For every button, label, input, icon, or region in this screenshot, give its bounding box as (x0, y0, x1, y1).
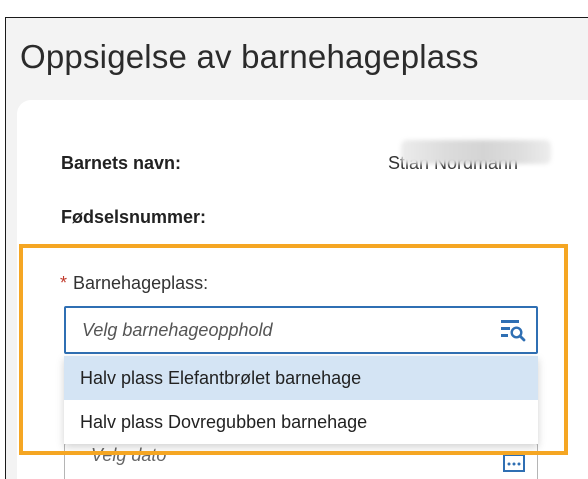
page: Oppsigelse av barnehageplass Barnets nav… (5, 17, 588, 479)
calendar-icon[interactable] (503, 452, 525, 472)
page-title: Oppsigelse av barnehageplass (20, 38, 479, 75)
dropdown-option-dovregubben[interactable]: Halv plass Dovregubben barnehage (64, 400, 538, 444)
list-search-icon[interactable] (500, 318, 526, 342)
list-search-icon-graphic (501, 320, 526, 342)
kindergarten-placeholder: Velg barnehageopphold (82, 320, 273, 340)
ssn-value-redacted (401, 140, 551, 164)
date-input[interactable]: Velg dato (64, 443, 538, 479)
kindergarten-field-label: * Barnehageplass: (60, 273, 208, 294)
dropdown-option-elefantbrolet[interactable]: Halv plass Elefantbrølet barnehage (64, 356, 538, 400)
date-placeholder: Velg dato (91, 445, 167, 465)
ssn-label: Fødselsnummer: (61, 207, 207, 227)
kindergarten-select[interactable]: Velg barnehageopphold (64, 306, 538, 354)
screenshot-frame: Oppsigelse av barnehageplass Barnets nav… (0, 0, 588, 479)
kindergarten-dropdown: Halv plass Elefantbrølet barnehage Halv … (64, 356, 538, 444)
required-marker: * (60, 273, 68, 293)
kindergarten-label-text: Barnehageplass: (73, 273, 209, 293)
child-name-label: Barnets navn: (61, 153, 182, 173)
calendar-icon-graphic (503, 454, 525, 472)
